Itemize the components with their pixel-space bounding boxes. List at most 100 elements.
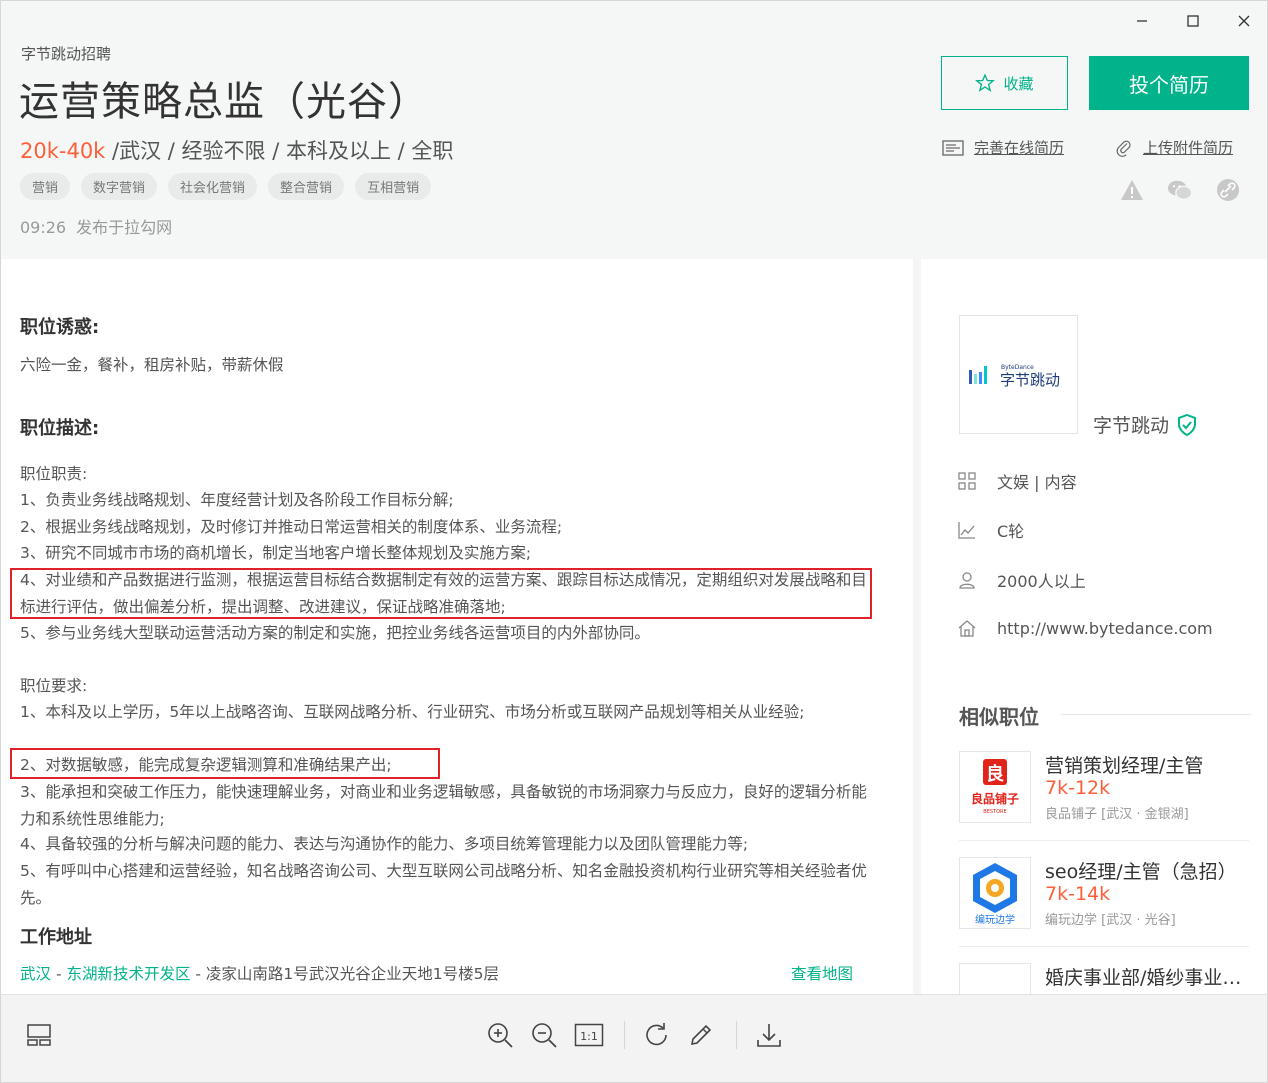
- zoom-in-icon: [488, 1023, 513, 1048]
- home-icon: [957, 618, 977, 638]
- requirement-title: 职位要求:: [20, 677, 88, 695]
- job-title: 运营策略总监（光谷）: [19, 79, 429, 125]
- job-meta: 20k-40k /武汉 / 经验不限 / 本科及以上 / 全职: [20, 135, 453, 165]
- report-icon[interactable]: [1119, 177, 1145, 203]
- company-website[interactable]: http://www.bytedance.com: [957, 618, 1213, 638]
- chart-line-icon: [957, 520, 977, 540]
- apply-button[interactable]: 投个简历: [1089, 56, 1249, 110]
- address-city[interactable]: 武汉: [20, 965, 51, 983]
- actual-size-icon: 1:1: [574, 1023, 604, 1047]
- rotate-icon: [646, 1023, 667, 1046]
- perks-title: 职位诱惑:: [20, 317, 100, 338]
- pencil-icon: [690, 1024, 712, 1046]
- address-district[interactable]: 东湖新技术开发区: [66, 965, 190, 983]
- publish-time: 09:26: [20, 218, 67, 237]
- company-logo: [959, 963, 1031, 994]
- description-title: 职位描述:: [20, 418, 100, 439]
- company-name[interactable]: 字节跳动: [1093, 411, 1197, 438]
- company-sidebar: ByteDance 字节跳动 字节跳动 文娱 | 内容 C轮 2000人以上 h…: [921, 259, 1267, 994]
- thumbnail-toggle-button[interactable]: [21, 1017, 57, 1053]
- tag[interactable]: 互相营销: [355, 173, 432, 200]
- job-header: 字节跳动招聘 运营策略总监（光谷） 20k-40k /武汉 / 经验不限 / 本…: [1, 1, 1267, 259]
- close-button[interactable]: [1229, 9, 1259, 33]
- actual-size-button[interactable]: 1:1: [571, 1017, 607, 1053]
- company-industry: 文娱 | 内容: [957, 469, 1077, 493]
- svg-text:ByteDance: ByteDance: [1001, 364, 1034, 371]
- company-name-text: 字节跳动: [1093, 415, 1170, 437]
- svg-text:编玩边学: 编玩边学: [975, 913, 1015, 925]
- job-tags: 营销 数字营销 社会化营销 整合营销 互相营销: [20, 173, 432, 200]
- duty-item: 3、研究不同城市市场的商机增长，制定当地客户增长整体规划及实施方案;: [20, 544, 532, 562]
- close-icon: [1238, 15, 1250, 27]
- favorite-label: 收藏: [1003, 74, 1034, 93]
- company-logo: 编玩边学: [959, 857, 1031, 929]
- paperclip-icon: [1116, 140, 1131, 157]
- bestore-logo: 良 良品铺子 BESTORE: [971, 759, 1019, 815]
- similar-job-company: 良品铺子 [武汉 · 金银湖]: [1045, 807, 1189, 822]
- minimize-button[interactable]: [1127, 9, 1157, 33]
- requirement-item: 5、有呼叫中心搭建和运营经验，知名战略咨询公司、大型互联网公司战略分析、知名金融…: [20, 862, 867, 907]
- edit-button[interactable]: [683, 1017, 719, 1053]
- view-map-link[interactable]: 查看地图: [791, 962, 853, 984]
- tag[interactable]: 营销: [20, 173, 71, 200]
- zoom-in-button[interactable]: [482, 1017, 518, 1053]
- website-text: http://www.bytedance.com: [997, 618, 1213, 638]
- verified-shield-icon: [1178, 413, 1197, 436]
- duty-item: 2、根据业务线战略规划，及时修订并推动日常运营相关的制度体系、业务流程;: [20, 518, 563, 536]
- complete-resume-link[interactable]: 完善在线简历: [942, 137, 1064, 158]
- tag[interactable]: 整合营销: [268, 173, 345, 200]
- favorite-button[interactable]: 收藏: [941, 56, 1068, 110]
- divider: [1061, 714, 1251, 715]
- similar-job-name: seo经理/主管（急招）: [1045, 861, 1237, 883]
- similar-job-name: 营销策划经理/主管: [1045, 755, 1204, 777]
- similar-job-item[interactable]: 良 良品铺子 BESTORE 营销策划经理/主管 7k-12k 良品铺子 [武汉…: [959, 751, 1249, 841]
- highlight-box: [10, 748, 440, 779]
- similar-job-item[interactable]: 编玩边学 seo经理/主管（急招） 7k-14k 编玩边学 [武汉 · 光谷]: [959, 857, 1249, 947]
- work-address: 武汉 - 东湖新技术开发区 - 凌家山南路1号武汉光谷企业天地1号楼5层: [20, 962, 499, 984]
- rotate-button[interactable]: [639, 1017, 675, 1053]
- publish-info: 09:26 发布于拉勾网: [20, 214, 172, 238]
- stage-text: C轮: [997, 522, 1025, 541]
- company-size: 2000人以上: [957, 568, 1086, 592]
- star-icon: [975, 73, 996, 92]
- industry-text: 文娱 | 内容: [997, 473, 1077, 492]
- minimize-icon: [1137, 20, 1147, 22]
- toolbar-divider: [624, 1021, 625, 1049]
- share-icons: [1119, 177, 1241, 203]
- publish-source: 发布于拉勾网: [76, 218, 173, 237]
- zoom-out-button[interactable]: [526, 1017, 562, 1053]
- wechat-icon[interactable]: [1167, 177, 1193, 203]
- app-window: 字节跳动招聘 运营策略总监（光谷） 20k-40k /武汉 / 经验不限 / 本…: [0, 0, 1268, 1083]
- similar-jobs-title: 相似职位: [959, 705, 1039, 729]
- maximize-button[interactable]: [1178, 9, 1208, 33]
- similar-job-item[interactable]: 婚庆事业部/婚纱事业部经理: [959, 963, 1255, 994]
- tag[interactable]: 社会化营销: [168, 173, 258, 200]
- bytedance-logo: ByteDance 字节跳动: [968, 364, 1060, 389]
- link-share-icon[interactable]: [1215, 177, 1241, 203]
- toolbar-divider: [736, 1021, 737, 1049]
- similar-job-salary: 7k-14k: [1045, 883, 1111, 905]
- address-street: - 凌家山南路1号武汉光谷企业天地1号楼5层: [190, 965, 500, 983]
- svg-text:字节跳动: 字节跳动: [1000, 371, 1060, 389]
- highlight-box: [10, 568, 872, 619]
- svg-text:1:1: 1:1: [580, 1030, 598, 1043]
- zoom-out-icon: [532, 1023, 557, 1048]
- address-separator: -: [51, 965, 67, 983]
- upload-resume-link[interactable]: 上传附件简历: [1115, 137, 1233, 158]
- duty-title: 职位职责:: [20, 465, 88, 483]
- similar-job-company: 编玩边学 [武汉 · 光谷]: [1045, 913, 1176, 928]
- svg-text:良品铺子: 良品铺子: [971, 791, 1019, 806]
- upload-resume-label: 上传附件简历: [1143, 139, 1234, 157]
- complete-resume-label: 完善在线简历: [974, 139, 1065, 157]
- viewer-toolbar: 1:1: [1, 994, 1267, 1082]
- maximize-icon: [1187, 15, 1199, 27]
- company-label: 字节跳动招聘: [21, 45, 112, 63]
- resume-icon: [942, 139, 964, 156]
- company-logo[interactable]: ByteDance 字节跳动: [959, 315, 1078, 434]
- tag[interactable]: 数字营销: [81, 173, 158, 200]
- download-button[interactable]: [751, 1017, 787, 1053]
- job-requirements: /武汉 / 经验不限 / 本科及以上 / 全职: [105, 139, 454, 163]
- download-icon: [757, 1024, 781, 1047]
- address-title: 工作地址: [20, 927, 92, 948]
- svg-text:BESTORE: BESTORE: [983, 809, 1006, 815]
